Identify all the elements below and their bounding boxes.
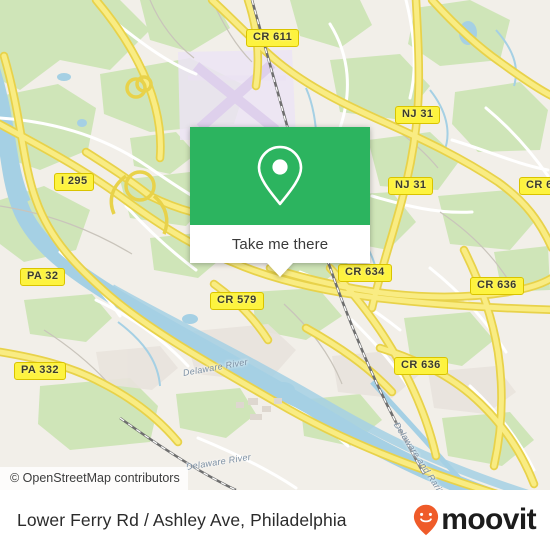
moovit-brand-logo[interactable]: moovit [413,503,537,536]
moovit-wordmark: moovit [441,503,536,536]
location-title: Lower Ferry Rd / Ashley Ave, Philadelphi… [17,509,347,530]
road-shield-pa-32: PA 32 [20,268,66,286]
map-canvas[interactable]: CR 611 NJ 31 I 295 NJ 31 CR 63 PA 32 CR … [0,0,550,490]
footer-bar: Lower Ferry Rd / Ashley Ave, Philadelphi… [0,490,550,550]
road-shield-i-295: I 295 [54,173,95,191]
road-shield-nj-31-mid: NJ 31 [388,177,434,195]
road-shield-cr-636-south: CR 636 [394,357,448,375]
take-me-there-button[interactable]: Take me there [190,225,370,263]
road-shield-cr-63-edge: CR 63 [519,177,550,195]
take-me-there-label: Take me there [231,235,329,253]
location-popup-card[interactable]: Take me there [190,127,370,277]
road-shield-cr-611: CR 611 [246,29,300,47]
osm-attribution[interactable]: © OpenStreetMap contributors [0,467,188,490]
moovit-map-screenshot: CR 611 NJ 31 I 295 NJ 31 CR 63 PA 32 CR … [0,0,550,550]
popup-pointer-tail [267,263,293,277]
road-shield-nj-31-north: NJ 31 [395,106,441,124]
map-pin-icon [253,143,307,209]
road-shield-cr-579: CR 579 [210,292,264,310]
road-shield-pa-332: PA 332 [14,362,66,380]
moovit-smiley-pin-icon [413,504,439,536]
popup-header [190,127,370,225]
road-shield-cr-636-east: CR 636 [470,277,524,295]
